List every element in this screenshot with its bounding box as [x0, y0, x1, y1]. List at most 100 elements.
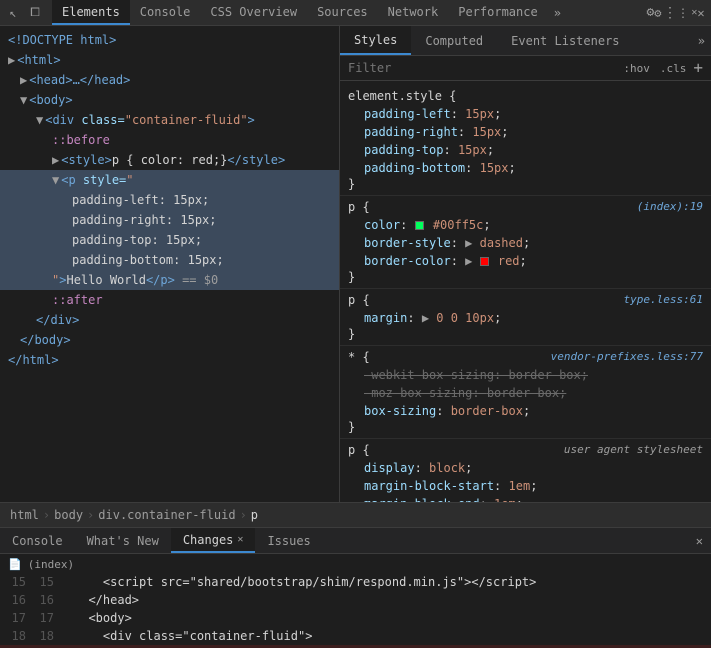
dom-line-before: ::before: [0, 130, 339, 150]
breadcrumb-p[interactable]: p: [249, 508, 260, 522]
tab-computed[interactable]: Computed: [411, 26, 497, 55]
dom-line-div-close: </div>: [0, 310, 339, 330]
style-prop-margin[interactable]: margin: ▶ 0 0 10px;: [348, 309, 703, 327]
expand-triangle[interactable]: ▼: [52, 173, 59, 187]
top-toolbar: ↖ ⧠ Elements Console CSS Overview Source…: [0, 0, 711, 26]
style-block-p-index: p { (index):19 color: #00ff5c; border-st…: [340, 196, 711, 289]
tab-changes-close-icon[interactable]: ✕: [237, 534, 243, 545]
styles-content: element.style { padding-left: 15px; padd…: [340, 81, 711, 502]
dom-line-head[interactable]: ▶<head>…</head>: [0, 70, 339, 90]
breadcrumb-bar: html › body › div.container-fluid › p: [0, 502, 711, 528]
diff-file-name: (index): [28, 558, 74, 571]
filter-input[interactable]: [348, 61, 616, 75]
style-block-element: element.style { padding-left: 15px; padd…: [340, 85, 711, 196]
tab-styles[interactable]: Styles: [340, 26, 411, 55]
style-prop-padding-left[interactable]: padding-left: 15px;: [348, 105, 703, 123]
breadcrumb-body[interactable]: body: [52, 508, 85, 522]
tab-css-overview[interactable]: CSS Overview: [200, 0, 307, 25]
dom-panel: <!DOCTYPE html> ▶<html> ▶<head>…</head> …: [0, 26, 340, 502]
device-icon[interactable]: ⧠: [26, 4, 44, 22]
tab-performance[interactable]: Performance: [448, 0, 547, 25]
expand-value-icon[interactable]: ▶: [465, 234, 472, 252]
style-prop-padding-right[interactable]: padding-right: 15px;: [348, 123, 703, 141]
style-prop-color[interactable]: color: #00ff5c;: [348, 216, 703, 234]
tab-bottom-issues[interactable]: Issues: [255, 528, 322, 553]
styles-filter-bar: :hov .cls +: [340, 56, 711, 81]
dom-line-pad-top: padding-top: 15px;: [0, 230, 339, 250]
style-prop-border-style[interactable]: border-style: ▶ dashed;: [348, 234, 703, 252]
color-swatch-green[interactable]: [415, 221, 424, 230]
breadcrumb-html[interactable]: html: [8, 508, 41, 522]
settings-icon[interactable]: ⚙: [645, 4, 663, 22]
style-selector-p3[interactable]: p {: [348, 443, 370, 457]
dom-line-p-selected[interactable]: ▼<p style=": [0, 170, 339, 190]
style-origin-link2[interactable]: type.less:61: [624, 293, 703, 306]
style-prop-padding-bottom[interactable]: padding-bottom: 15px;: [348, 159, 703, 177]
tab-bottom-changes[interactable]: Changes ✕: [171, 528, 256, 553]
dom-line-pad-bottom: padding-bottom: 15px;: [0, 250, 339, 270]
dom-line-p-close[interactable]: ">Hello World</p> == $0: [0, 270, 339, 290]
tab-network[interactable]: Network: [378, 0, 449, 25]
more-tabs-button[interactable]: »: [548, 0, 567, 25]
toolbar-right: ⚙ ⋮ ✕: [645, 4, 707, 22]
tab-bottom-whatsnew[interactable]: What's New: [75, 528, 171, 553]
style-block-p-useragent: p { user agent stylesheet display: block…: [340, 439, 711, 502]
expand-triangle[interactable]: ▼: [20, 93, 27, 107]
style-origin-link[interactable]: (index):19: [637, 200, 703, 213]
breadcrumb-div[interactable]: div.container-fluid: [96, 508, 237, 522]
hov-filter-button[interactable]: :hov: [620, 61, 653, 76]
expand-triangle[interactable]: ▶: [20, 73, 27, 87]
style-prop-margin-block-end[interactable]: margin-block-end: 1em;: [348, 495, 703, 502]
expand-triangle[interactable]: ▼: [36, 113, 43, 127]
diff-line-17: 17 17 <body>: [0, 609, 711, 627]
style-prop-moz[interactable]: -moz-box-sizing: border-box;: [348, 384, 703, 402]
filter-buttons: :hov .cls: [620, 61, 689, 76]
tab-event-listeners[interactable]: Event Listeners: [497, 26, 633, 55]
dom-line-html[interactable]: ▶<html>: [0, 50, 339, 70]
style-selector-p[interactable]: p {: [348, 200, 370, 214]
diff-line-16: 16 16 </head>: [0, 591, 711, 609]
styles-more-tabs[interactable]: »: [692, 26, 711, 55]
style-selector-star[interactable]: * {: [348, 350, 370, 364]
dom-line-style[interactable]: ▶<style>p { color: red;}</style>: [0, 150, 339, 170]
style-prop-padding-top[interactable]: padding-top: 15px;: [348, 141, 703, 159]
diff-content: 📄 (index) 15 15 <script src="shared/boot…: [0, 554, 711, 648]
style-prop-margin-block-start[interactable]: margin-block-start: 1em;: [348, 477, 703, 495]
dom-line-div[interactable]: ▼<div class="container-fluid">: [0, 110, 339, 130]
style-origin-link3[interactable]: vendor-prefixes.less:77: [551, 350, 703, 363]
tab-bottom-console[interactable]: Console: [0, 528, 75, 553]
tab-elements[interactable]: Elements: [52, 0, 130, 25]
close-devtools-icon[interactable]: ✕: [689, 4, 707, 22]
expand-triangle[interactable]: ▶: [52, 153, 59, 167]
tab-sources[interactable]: Sources: [307, 0, 378, 25]
bottom-panel: Console What's New Changes ✕ Issues ✕ 📄 …: [0, 528, 711, 648]
styles-panel: Styles Computed Event Listeners » :hov .…: [340, 26, 711, 502]
style-prop-webkit[interactable]: -webkit-box-sizing: border-box;: [348, 366, 703, 384]
style-close-brace: }: [348, 177, 703, 191]
style-selector-p2[interactable]: p {: [348, 293, 370, 307]
dom-line-body[interactable]: ▼<body>: [0, 90, 339, 110]
tab-console[interactable]: Console: [130, 0, 201, 25]
dom-line-doctype: <!DOCTYPE html>: [0, 30, 339, 50]
style-close-brace: }: [348, 327, 703, 341]
style-selector[interactable]: element.style {: [348, 89, 703, 103]
style-close-brace: }: [348, 270, 703, 284]
diff-line-15: 15 15 <script src="shared/bootstrap/shim…: [0, 573, 711, 591]
cls-filter-button[interactable]: .cls: [657, 61, 690, 76]
expand-triangle[interactable]: ▶: [8, 53, 15, 67]
kebab-menu-icon[interactable]: ⋮: [667, 4, 685, 22]
toolbar-icons: ↖ ⧠: [4, 4, 44, 22]
expand-margin-icon[interactable]: ▶: [422, 309, 429, 327]
style-prop-border-color[interactable]: border-color: ▶ red;: [348, 252, 703, 270]
top-tabs: Elements Console CSS Overview Sources Ne…: [52, 0, 567, 25]
style-prop-box-sizing[interactable]: box-sizing: border-box;: [348, 402, 703, 420]
style-origin2: type.less:61: [624, 293, 703, 309]
bottom-tabs: Console What's New Changes ✕ Issues ✕: [0, 528, 711, 554]
color-swatch-red[interactable]: [480, 257, 489, 266]
style-prop-display[interactable]: display: block;: [348, 459, 703, 477]
add-style-button[interactable]: +: [693, 60, 703, 76]
inspect-icon[interactable]: ↖: [4, 4, 22, 22]
close-bottom-panel-button[interactable]: ✕: [688, 528, 711, 553]
expand-value-icon2[interactable]: ▶: [465, 252, 472, 270]
main-layout: <!DOCTYPE html> ▶<html> ▶<head>…</head> …: [0, 26, 711, 502]
